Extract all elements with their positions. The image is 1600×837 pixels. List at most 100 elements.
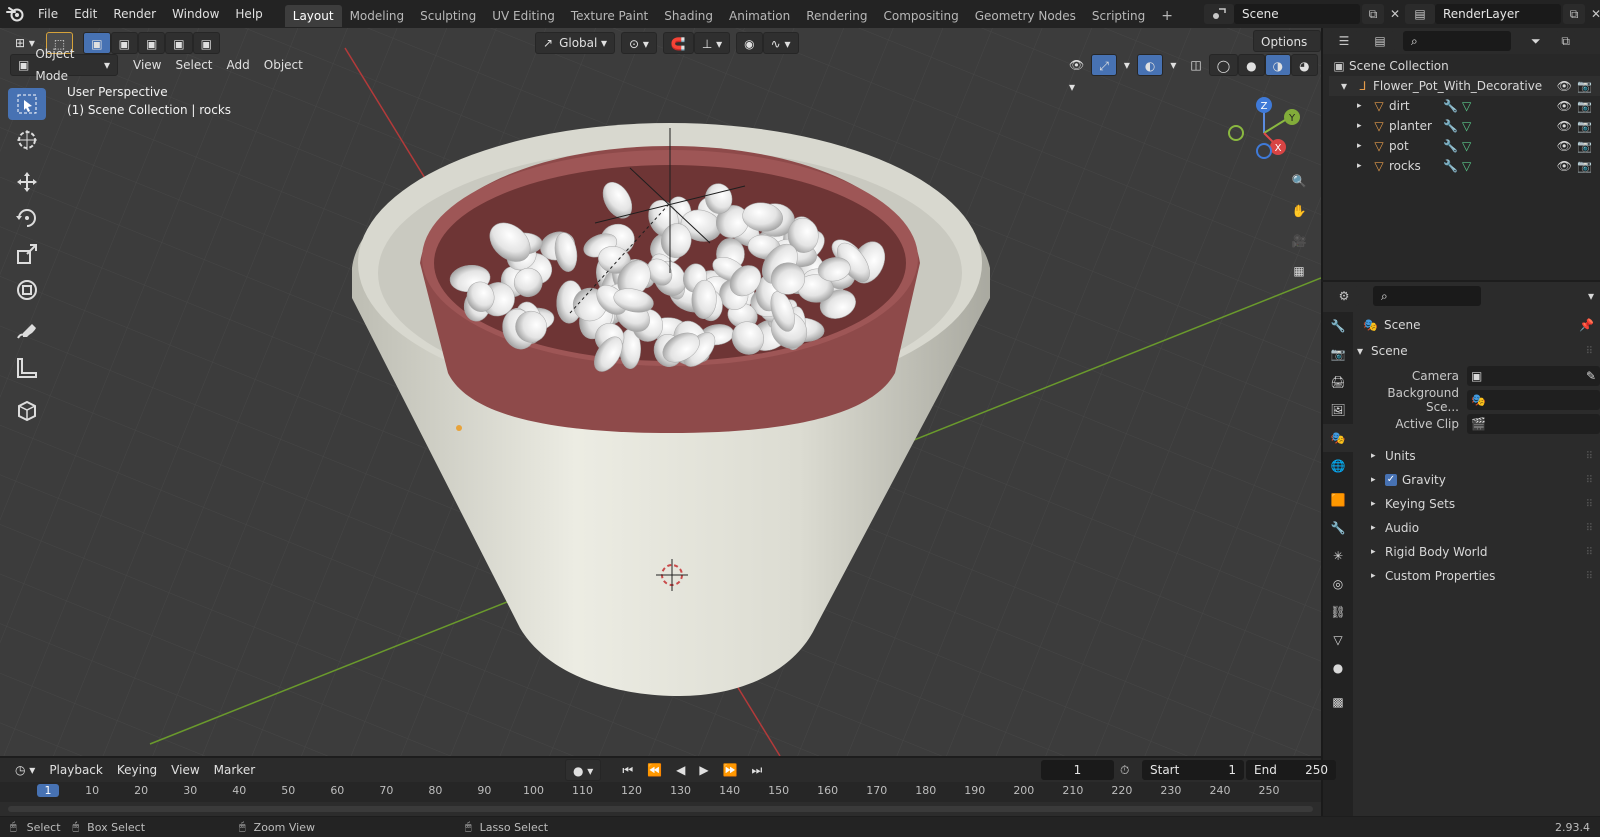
menu-render[interactable]: Render — [105, 0, 164, 28]
menu-window[interactable]: Window — [164, 0, 227, 28]
mesh-data-icon[interactable]: ▽ — [1462, 99, 1471, 113]
scale-tool[interactable] — [8, 238, 46, 270]
timeline-editor-icon[interactable]: ◷ ▾ — [8, 759, 42, 781]
menu-help[interactable]: Help — [227, 0, 270, 28]
modifier-wrench-icon[interactable]: 🔧 — [1443, 119, 1458, 133]
rendered-shading-icon[interactable]: ◕ — [1291, 54, 1318, 76]
output-tab-icon[interactable]: 🖨 — [1323, 368, 1353, 396]
cursor-tool[interactable] — [8, 124, 46, 156]
tab-texture-paint[interactable]: Texture Paint — [563, 5, 656, 27]
perspective-toggle-icon[interactable]: ▦ — [1286, 258, 1312, 284]
physics-tab-icon[interactable]: ◎ — [1323, 570, 1353, 598]
gizmo-neg-y-icon[interactable] — [1228, 125, 1244, 141]
overlay-options-icon[interactable]: ▾ — [1163, 54, 1183, 76]
proportional-edit-icon[interactable]: ◉ — [736, 32, 763, 54]
drag-grip-icon[interactable]: ⠿ — [1586, 346, 1593, 357]
end-frame-field[interactable]: End 250 — [1246, 760, 1336, 780]
object-origin-dot[interactable] — [456, 425, 462, 431]
xray-icon[interactable]: ◫ — [1183, 54, 1208, 76]
visibility-icon[interactable]: 👁 ▾ — [1062, 54, 1091, 94]
viewport-menu-select[interactable]: Select — [168, 54, 219, 76]
timeline-menu-playback[interactable]: Playback — [42, 759, 110, 781]
tab-geometry-nodes[interactable]: Geometry Nodes — [967, 5, 1084, 27]
particles-tab-icon[interactable]: ✳ — [1323, 542, 1353, 570]
stopwatch-icon[interactable]: ⏱ — [1120, 763, 1142, 778]
subpanel-units[interactable]: ▸ Units ⠿ — [1357, 444, 1600, 468]
render-camera-icon[interactable]: 📷 — [1577, 139, 1592, 153]
outliner-item-dirt[interactable]: ▸ ▽ dirt 🔧 ▽ 👁 📷 — [1329, 96, 1600, 116]
subpanel-custom-properties[interactable]: ▸ Custom Properties ⠿ — [1357, 564, 1600, 588]
jump-end-icon[interactable]: ⏭ — [745, 759, 770, 781]
visibility-eye-icon[interactable]: 👁 — [1557, 139, 1572, 153]
falloff-icon[interactable]: ∿ ▾ — [762, 32, 799, 54]
render-tab-icon[interactable]: 📷 — [1323, 340, 1353, 368]
prop-field-1[interactable]: 🎭 — [1467, 390, 1600, 410]
expand-arrow-icon[interactable]: ▸ — [1357, 101, 1369, 111]
pan-hand-icon[interactable]: ✋ — [1286, 198, 1312, 224]
new-collection-icon[interactable]: ⧉ — [1554, 31, 1577, 51]
select-intersect-icon[interactable]: ▣ — [192, 32, 220, 54]
gravity-checkbox[interactable]: ✓ — [1385, 474, 1397, 486]
pivot-point-icon[interactable]: ⊙ ▾ — [621, 32, 657, 54]
select-subtract-icon[interactable]: ▣ — [137, 32, 166, 54]
menu-file[interactable]: File — [30, 0, 66, 28]
mode-dropdown[interactable]: ▣ Object Mode ▾ — [10, 47, 118, 83]
texture-tab-icon[interactable]: ▩ — [1323, 688, 1353, 716]
outliner-item-rocks[interactable]: ▸ ▽ rocks 🔧 ▽ 👁 📷 — [1329, 156, 1600, 176]
add-workspace-button[interactable]: + — [1153, 5, 1181, 27]
display-mode-icon[interactable]: ▤ — [1365, 31, 1395, 51]
chevron-down-icon[interactable]: ▾ — [1588, 289, 1594, 303]
timeline-scrollbar[interactable] — [8, 806, 1313, 812]
filter-icon[interactable]: ⏷ — [1531, 34, 1541, 49]
current-frame-field[interactable]: 1 — [1041, 760, 1114, 780]
jump-prev-keyframe-icon[interactable]: ⏪ — [640, 759, 669, 781]
delete-scene-icon[interactable]: ✕ — [1384, 4, 1406, 24]
outliner-editor-icon[interactable]: ☰ — [1329, 31, 1359, 51]
gizmo-options-icon[interactable]: ▾ — [1117, 54, 1137, 76]
scene-name-field[interactable]: Scene — [1234, 4, 1360, 24]
subpanel-rigid-body-world[interactable]: ▸ Rigid Body World ⠿ — [1357, 540, 1600, 564]
select-box-tool[interactable] — [8, 88, 46, 120]
snap-toggle-icon[interactable]: 🧲 — [662, 32, 694, 54]
jump-next-keyframe-icon[interactable]: ⏩ — [716, 759, 745, 781]
outliner-search-input[interactable]: ⌕ — [1403, 31, 1511, 51]
mesh-data-icon[interactable]: ▽ — [1462, 139, 1471, 153]
jump-start-icon[interactable]: ⏮ — [615, 759, 640, 781]
options-dropdown[interactable]: Options ▾ — [1253, 30, 1321, 71]
expand-arrow-icon[interactable]: ▸ — [1357, 161, 1369, 171]
timeline-menu-marker[interactable]: Marker — [207, 759, 262, 781]
menu-edit[interactable]: Edit — [66, 0, 105, 28]
viewport-menu-object[interactable]: Object — [257, 54, 310, 76]
tab-scripting[interactable]: Scripting — [1084, 5, 1153, 27]
expand-arrow-icon[interactable]: ▸ — [1357, 121, 1369, 131]
drag-grip-icon[interactable]: ⠿ — [1586, 547, 1593, 558]
scene-browse-icon[interactable] — [1204, 4, 1234, 24]
visibility-eye-icon[interactable]: 👁 — [1557, 119, 1572, 133]
subpanel-audio[interactable]: ▸ Audio ⠿ — [1357, 516, 1600, 540]
tab-layout[interactable]: Layout — [284, 4, 342, 27]
viewport-menu-add[interactable]: Add — [220, 54, 257, 76]
3d-viewport[interactable]: ⊞ ▾ ⬚ ▣ ▣ ▣ ▣ ▣ ↗ Global ▾ ⊙ ▾ 🧲 ⊥ ▾ ◉ ∿… — [0, 28, 1321, 756]
expand-arrow-icon[interactable]: ▸ — [1357, 141, 1369, 151]
properties-editor-icon[interactable]: ⚙ — [1329, 286, 1359, 306]
timeline-menu-keying[interactable]: Keying — [110, 759, 164, 781]
constraints-tab-icon[interactable]: ⛓ — [1323, 598, 1353, 626]
move-tool[interactable] — [8, 166, 46, 198]
tab-animation[interactable]: Animation — [721, 5, 798, 27]
tab-shading[interactable]: Shading — [656, 5, 721, 27]
timeline-menu-view[interactable]: View — [164, 759, 206, 781]
drag-grip-icon[interactable]: ⠿ — [1586, 571, 1593, 582]
tab-uv-editing[interactable]: UV Editing — [484, 5, 563, 27]
prop-field-0[interactable]: ▣ ✎ — [1467, 366, 1600, 386]
transform-orientation-dropdown[interactable]: ↗ Global ▾ — [535, 32, 615, 54]
camera-view-icon[interactable]: 🎥 — [1286, 228, 1312, 254]
subpanel-keying-sets[interactable]: ▸ Keying Sets ⠿ — [1357, 492, 1600, 516]
view-layer-browse-icon[interactable]: ▤ — [1405, 4, 1435, 24]
transform-tool[interactable] — [8, 274, 46, 306]
visibility-eye-icon[interactable]: 👁 — [1557, 159, 1572, 173]
tab-compositing[interactable]: Compositing — [875, 5, 966, 27]
scene-panel-header[interactable]: ▾ Scene ⠿ — [1357, 338, 1600, 364]
overlay-toggle-icon[interactable]: ◐ — [1136, 54, 1164, 76]
new-scene-icon[interactable]: ⧉ — [1362, 4, 1384, 24]
drag-grip-icon[interactable]: ⠿ — [1586, 451, 1593, 462]
